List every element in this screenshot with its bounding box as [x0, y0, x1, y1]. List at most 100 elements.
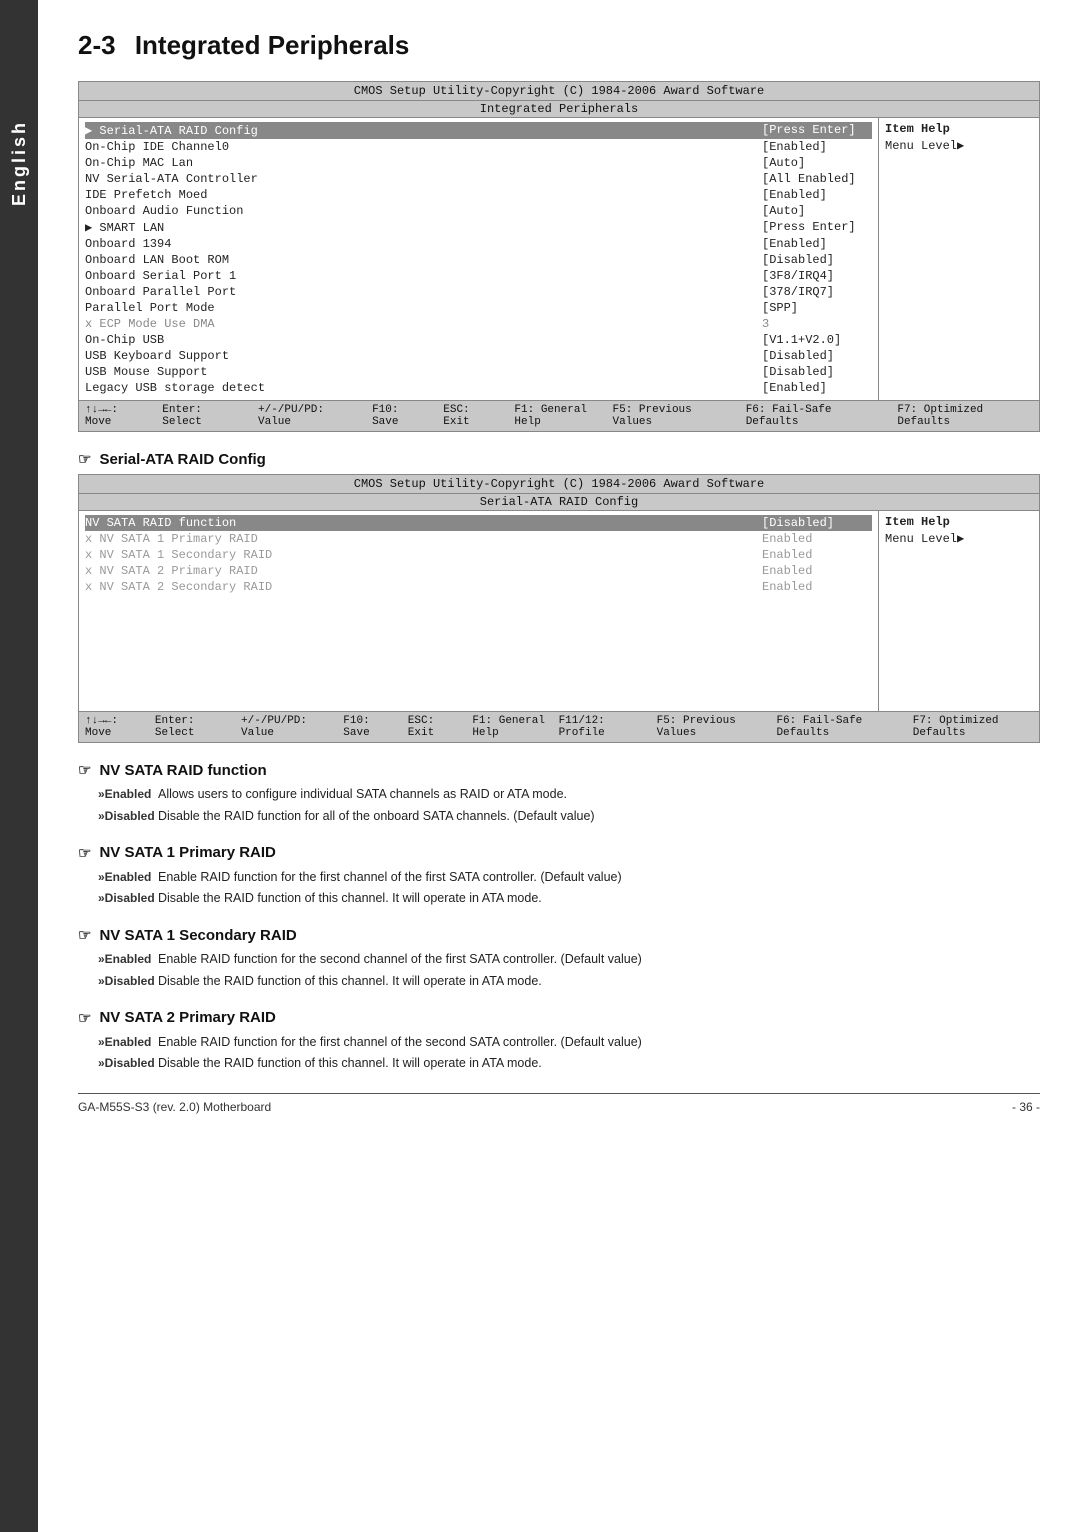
table-row: On-Chip IDE Channel0[Enabled]: [85, 139, 872, 155]
bios-main-body: ▶ Serial-ATA RAID Config[Press Enter] On…: [79, 118, 1039, 400]
nv-sata1-secondary-header: ☞ NV SATA 1 Secondary RAID: [78, 926, 1040, 944]
bios-move: ↑↓→←: Move: [85, 404, 146, 428]
desc-text: Disable the RAID function of this channe…: [158, 1054, 1040, 1073]
table-row: x NV SATA 1 Secondary RAIDEnabled: [85, 547, 872, 563]
row-value: [All Enabled]: [752, 172, 872, 186]
bios-raid-footer-left: ↑↓→←: Move Enter: Select +/-/PU/PD: Valu…: [85, 715, 559, 739]
row-value: [Auto]: [752, 204, 872, 218]
row-value: [Enabled]: [752, 237, 872, 251]
table-row: Onboard LAN Boot ROM[Disabled]: [85, 252, 872, 268]
row-value: [Enabled]: [752, 188, 872, 202]
row-value: Enabled: [752, 548, 872, 562]
row-value: [Enabled]: [752, 381, 872, 395]
desc-text: Disable the RAID function of this channe…: [158, 972, 1040, 991]
nv-sata-fn-label: NV SATA RAID function: [99, 762, 266, 779]
footer-left: GA-M55S-S3 (rev. 2.0) Motherboard: [78, 1100, 271, 1114]
bios-enter: Enter: Select: [162, 404, 242, 428]
bios-raid-table: CMOS Setup Utility-Copyright (C) 1984-20…: [78, 474, 1040, 743]
row-label: NV SATA RAID function: [85, 516, 752, 530]
bios-value: +/-/PU/PD: Value: [258, 404, 356, 428]
row-value: [3F8/IRQ4]: [752, 269, 872, 283]
nv-sata-fn-desc: »EnabledAllows users to configure indivi…: [78, 785, 1040, 826]
row-label: Onboard 1394: [85, 237, 752, 251]
table-row[interactable]: ▶ Serial-ATA RAID Config[Press Enter]: [85, 122, 872, 139]
bios-help-col: Item Help Menu Level▶: [879, 118, 1039, 400]
row-label: On-Chip MAC Lan: [85, 156, 752, 170]
row-label: NV Serial-ATA Controller: [85, 172, 752, 186]
footer-right: - 36 -: [1012, 1100, 1040, 1114]
table-row: ▶ SMART LAN[Press Enter]: [85, 219, 872, 236]
list-item: »DisabledDisable the RAID function of th…: [78, 972, 1040, 991]
nv-sata2-primary-label: NV SATA 2 Primary RAID: [99, 1009, 275, 1026]
row-label: x NV SATA 2 Primary RAID: [85, 564, 752, 578]
table-row: USB Keyboard Support[Disabled]: [85, 348, 872, 364]
row-label: Onboard Audio Function: [85, 204, 752, 218]
row-label: USB Keyboard Support: [85, 349, 752, 363]
row-value: [Press Enter]: [752, 123, 872, 138]
page-title: 2-3 Integrated Peripherals: [78, 30, 1040, 61]
desc-text: Disable the RAID function for all of the…: [158, 807, 1040, 826]
row-value: [SPP]: [752, 301, 872, 315]
raid-f10: F10: Save: [343, 715, 392, 739]
raid-value: +/-/PU/PD: Value: [241, 715, 327, 739]
desc-text: Enable RAID function for the first chann…: [158, 1033, 1040, 1052]
nv-sata-raid-fn-header: ☞ NV SATA RAID function: [78, 761, 1040, 779]
page-title-text: Integrated Peripherals: [135, 30, 410, 60]
bullet-label: »Disabled: [78, 1054, 158, 1073]
row-label: Parallel Port Mode: [85, 301, 752, 315]
bios-main-title: CMOS Setup Utility-Copyright (C) 1984-20…: [79, 82, 1039, 101]
nv-sata1-primary-arrow-icon: ☞: [78, 844, 91, 862]
section-serial-ata-label: Serial-ATA RAID Config: [99, 451, 265, 468]
nv-sata1-secondary-desc: »EnabledEnable RAID function for the sec…: [78, 950, 1040, 991]
bullet-label: »Enabled: [78, 868, 158, 887]
table-row[interactable]: NV SATA RAID function[Disabled]: [85, 515, 872, 531]
bios-f6: F6: Fail-Safe Defaults: [746, 404, 882, 428]
table-row: Parallel Port Mode[SPP]: [85, 300, 872, 316]
table-row: x ECP Mode Use DMA3: [85, 316, 872, 332]
help-menu-level: Menu Level▶: [885, 138, 1033, 153]
row-label: Onboard Serial Port 1: [85, 269, 752, 283]
nv-sata2-primary-desc: »EnabledEnable RAID function for the fir…: [78, 1033, 1040, 1074]
desc-text: Enable RAID function for the second chan…: [158, 950, 1040, 969]
row-label: On-Chip IDE Channel0: [85, 140, 752, 154]
list-item: »DisabledDisable the RAID function of th…: [78, 889, 1040, 908]
main-content: 2-3 Integrated Peripherals CMOS Setup Ut…: [38, 0, 1080, 1154]
nv-sata1-primary-label: NV SATA 1 Primary RAID: [99, 844, 275, 861]
raid-esc: ESC: Exit: [408, 715, 457, 739]
table-row: Onboard 1394[Enabled]: [85, 236, 872, 252]
sidebar-label: English: [9, 120, 30, 206]
row-value: [378/IRQ7]: [752, 285, 872, 299]
bios-f5: F5: Previous Values: [613, 404, 730, 428]
section-num: 2-3: [78, 30, 116, 60]
bios-raid-title: CMOS Setup Utility-Copyright (C) 1984-20…: [79, 475, 1039, 494]
row-label: x ECP Mode Use DMA: [85, 317, 752, 331]
row-label: x NV SATA 1 Primary RAID: [85, 532, 752, 546]
row-label: IDE Prefetch Moed: [85, 188, 752, 202]
row-label: ▶ Serial-ATA RAID Config: [85, 123, 752, 138]
sidebar: English: [0, 0, 38, 1532]
row-label: Onboard LAN Boot ROM: [85, 253, 752, 267]
bios-main-col: ▶ Serial-ATA RAID Config[Press Enter] On…: [79, 118, 879, 400]
row-value: [Disabled]: [752, 349, 872, 363]
bullet-label: »Disabled: [78, 807, 158, 826]
bios-esc: ESC: Exit: [443, 404, 498, 428]
list-item: »EnabledEnable RAID function for the sec…: [78, 950, 1040, 969]
table-row: x NV SATA 2 Secondary RAIDEnabled: [85, 579, 872, 595]
row-label: Legacy USB storage detect: [85, 381, 752, 395]
row-value: [Press Enter]: [752, 220, 872, 235]
table-row: Legacy USB storage detect[Enabled]: [85, 380, 872, 396]
bios-main-subtitle: Integrated Peripherals: [79, 101, 1039, 118]
bios-f10: F10: Save: [372, 404, 427, 428]
nv-sata2-primary-header: ☞ NV SATA 2 Primary RAID: [78, 1009, 1040, 1027]
raid-help-menu: Menu Level▶: [885, 531, 1033, 546]
bios-footer-right: F5: Previous Values F6: Fail-Safe Defaul…: [613, 404, 1033, 428]
row-label: Onboard Parallel Port: [85, 285, 752, 299]
row-label: x NV SATA 2 Secondary RAID: [85, 580, 752, 594]
raid-f5: F5: Previous Values: [657, 715, 761, 739]
bios-footer-left: ↑↓→←: Move Enter: Select +/-/PU/PD: Valu…: [85, 404, 613, 428]
table-row: Onboard Audio Function[Auto]: [85, 203, 872, 219]
raid-move: ↑↓→←: Move: [85, 715, 139, 739]
raid-enter: Enter: Select: [155, 715, 225, 739]
nv-sata1-primary-header: ☞ NV SATA 1 Primary RAID: [78, 844, 1040, 862]
list-item: »DisabledDisable the RAID function for a…: [78, 807, 1040, 826]
